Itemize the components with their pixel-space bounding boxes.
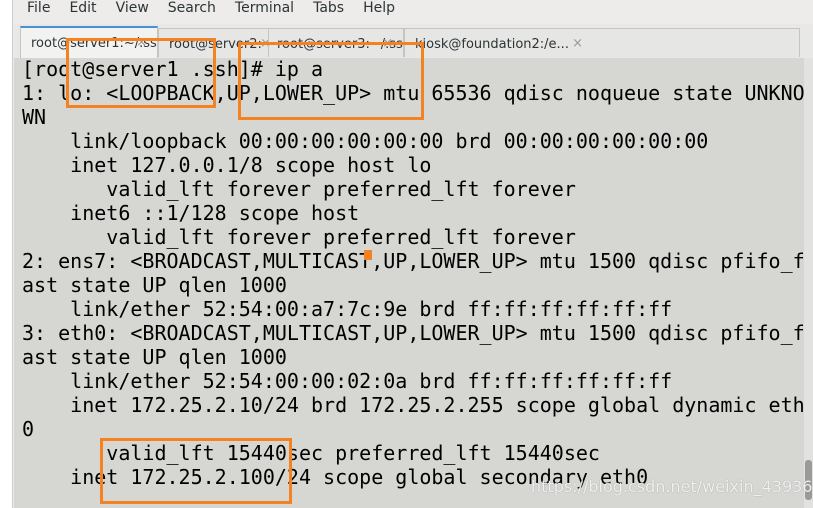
- scrollbar[interactable]: [804, 58, 813, 508]
- menu-file[interactable]: File: [14, 0, 56, 18]
- terminal-line: valid_lft forever preferred_lft forever: [22, 225, 576, 249]
- tab-label: kiosk@foundation2:/e...: [415, 37, 569, 52]
- menu-edit[interactable]: Edit: [56, 0, 102, 18]
- terminal-text: [root@server1 .ssh]# ip a 1: lo: <LOOPBAC…: [22, 57, 805, 489]
- terminal-line: link/ether 52:54:00:a7:7c:9e brd ff:ff:f…: [22, 297, 673, 321]
- terminal-line: inet 127.0.0.1/8 scope host lo: [22, 153, 432, 177]
- terminal-line: link/loopback 00:00:00:00:00:00 brd 00:0…: [22, 129, 709, 153]
- menu-help[interactable]: Help: [350, 0, 401, 18]
- terminal-line: inet6 ::1/128 scope host: [22, 201, 360, 225]
- tab-kiosk[interactable]: kiosk@foundation2:/e... ×: [404, 28, 800, 57]
- menu-terminal[interactable]: Terminal: [222, 0, 300, 18]
- terminal-line: ast state UP qlen 1000: [22, 273, 287, 297]
- window-edge: [0, 0, 13, 508]
- terminal-line: 3: eth0: <BROADCAST,MULTICAST,UP,LOWER_U…: [22, 321, 805, 345]
- terminal-line: inet 172.25.2.10/24 brd 172.25.2.255 sco…: [22, 393, 805, 417]
- terminal-line: ast state UP qlen 1000: [22, 345, 287, 369]
- terminal-line: link/ether 52:54:00:00:02:0a brd ff:ff:f…: [22, 369, 673, 393]
- close-icon[interactable]: ×: [572, 36, 583, 51]
- menu-search[interactable]: Search: [155, 0, 222, 18]
- menu-bar: File Edit View Search Terminal Tabs Help: [14, 0, 813, 18]
- watermark: https://blog.csdn.net/weixin_43936969: [531, 477, 813, 496]
- highlight-box: [66, 38, 216, 108]
- highlight-box: [100, 438, 292, 504]
- highlight-marker: [364, 250, 372, 260]
- menu-view[interactable]: View: [103, 0, 155, 18]
- menu-tabs[interactable]: Tabs: [300, 0, 350, 18]
- highlight-box: [238, 42, 424, 120]
- terminal-line: valid_lft forever preferred_lft forever: [22, 177, 576, 201]
- terminal-line: 2: ens7: <BROADCAST,MULTICAST,UP,LOWER_U…: [22, 249, 805, 273]
